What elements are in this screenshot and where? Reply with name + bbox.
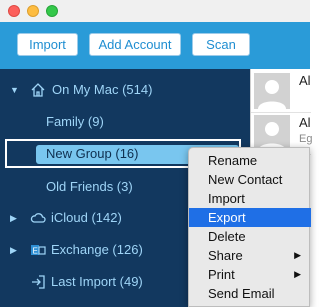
menu-item-export[interactable]: Export (189, 208, 311, 227)
list-item[interactable]: Al (251, 69, 311, 113)
close-window-button[interactable] (8, 5, 20, 17)
disclosure-collapsed-icon[interactable]: ▶ (10, 206, 17, 230)
toolbar: Import Add Account Scan (0, 22, 310, 69)
disclosure-expanded-icon[interactable]: ▼ (10, 78, 19, 102)
contact-name: Al (299, 73, 311, 88)
zoom-window-button[interactable] (46, 5, 58, 17)
menu-item-share[interactable]: Share ▶ (189, 246, 311, 265)
submenu-arrow-icon: ▶ (294, 269, 301, 279)
sidebar-item-label: iCloud (142) (51, 210, 122, 225)
context-menu: Rename New Contact Import Export Delete … (188, 147, 311, 307)
cloud-icon (30, 210, 46, 226)
avatar (254, 73, 290, 109)
import-icon (30, 274, 46, 290)
svg-text:E: E (33, 247, 38, 256)
menu-item-send-email[interactable]: Send Email (189, 284, 311, 303)
title-bar (0, 0, 310, 22)
contact-name: Al (299, 115, 311, 130)
minimize-window-button[interactable] (27, 5, 39, 17)
sidebar-item-label: On My Mac (514) (52, 82, 153, 97)
add-account-button[interactable]: Add Account (89, 33, 181, 56)
menu-item-import[interactable]: Import (189, 189, 311, 208)
submenu-arrow-icon: ▶ (294, 250, 301, 260)
sidebar-item-label: Old Friends (3) (46, 179, 133, 194)
sidebar-item-label: Family (9) (46, 114, 104, 129)
disclosure-collapsed-icon[interactable]: ▶ (10, 238, 17, 262)
sidebar-item-label: Exchange (126) (51, 242, 143, 257)
menu-item-rename[interactable]: Rename (189, 151, 311, 170)
sidebar-item-label: Last Import (49) (51, 274, 143, 289)
sidebar-item-on-my-mac[interactable]: ▼ On My Mac (514) (0, 78, 250, 102)
menu-item-label: Share (208, 248, 243, 263)
sidebar-item-family[interactable]: Family (9) (0, 110, 250, 134)
menu-item-delete[interactable]: Delete (189, 227, 311, 246)
contact-subtitle: Eg (299, 133, 313, 145)
exchange-icon: E (30, 242, 46, 258)
sidebar-item-label: New Group (16) (46, 146, 139, 161)
import-button[interactable]: Import (17, 33, 78, 56)
menu-item-print[interactable]: Print ▶ (189, 265, 311, 284)
scan-button[interactable]: Scan (192, 33, 250, 56)
menu-item-new-contact[interactable]: New Contact (189, 170, 311, 189)
menu-item-label: Print (208, 267, 235, 282)
house-icon (30, 82, 46, 98)
avatar (254, 115, 290, 151)
